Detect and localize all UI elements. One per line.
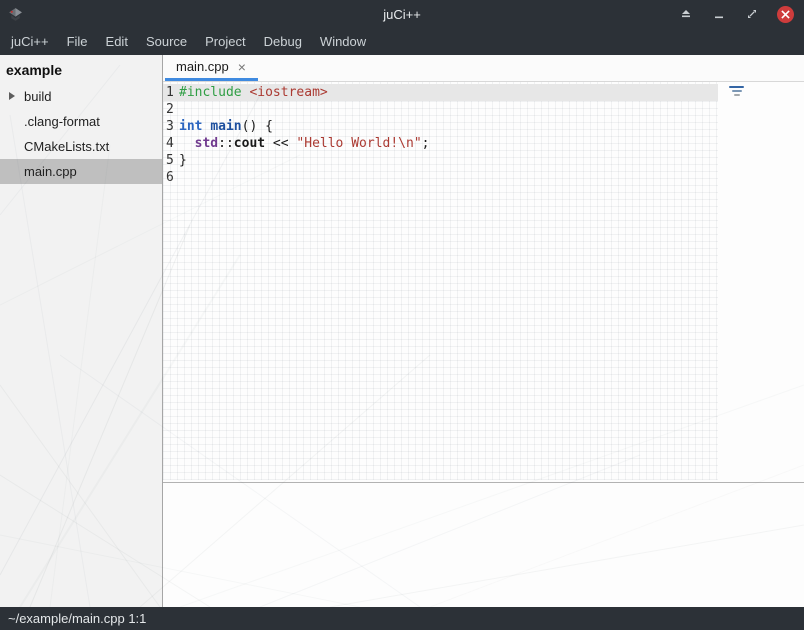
- editor-column: main.cpp× 1#include <iostream>23int main…: [163, 55, 804, 607]
- tab-main-cpp[interactable]: main.cpp ×: [165, 55, 258, 81]
- titlebar: juCi++: [0, 0, 804, 28]
- tree-root-example[interactable]: example: [0, 57, 162, 84]
- code-text: }: [176, 152, 187, 169]
- overview-mark: [729, 86, 744, 88]
- line-number: 5: [163, 152, 176, 169]
- menu-item-juci[interactable]: juCi++: [2, 29, 58, 54]
- line-number: 6: [163, 169, 176, 186]
- tree-item-cmakelists-txt[interactable]: CMakeLists.txt: [0, 134, 162, 159]
- maximize-icon[interactable]: [744, 6, 760, 22]
- tree-item-main-cpp[interactable]: main.cpp: [0, 159, 162, 184]
- shade-icon[interactable]: [678, 6, 694, 22]
- window-controls: [678, 6, 804, 23]
- app-icon: [7, 6, 24, 23]
- code-line-4[interactable]: 4 std::cout << "Hello World!\n";: [163, 135, 718, 152]
- tree-item-clang-format[interactable]: .clang-format: [0, 109, 162, 134]
- menu-item-debug[interactable]: Debug: [255, 29, 311, 54]
- code-line-5[interactable]: 5}: [163, 152, 718, 169]
- scroll-overview: [729, 86, 744, 98]
- overview-mark: [734, 94, 740, 96]
- code-line-6[interactable]: 6: [163, 169, 718, 186]
- code-token: }: [179, 153, 187, 168]
- content-area: example build .clang-format CMakeLists.txt…: [0, 55, 804, 607]
- tree-item-label: CMakeLists.txt: [24, 139, 109, 154]
- line-number: 2: [163, 101, 176, 118]
- close-icon[interactable]: [777, 6, 794, 23]
- tree-item-label: main.cpp: [24, 164, 77, 179]
- expander-icon[interactable]: [9, 92, 15, 100]
- file-tree: example build .clang-format CMakeLists.txt…: [0, 55, 163, 607]
- tree-item-label: .clang-format: [24, 114, 100, 129]
- line-number: 1: [163, 84, 176, 101]
- menu-bar: juCi++FileEditSourceProjectDebugWindow: [0, 28, 804, 55]
- terminal-panel[interactable]: [163, 483, 804, 607]
- tab-bar: main.cpp ×: [163, 55, 804, 82]
- status-file-position: ~/example/main.cpp 1:1: [8, 611, 146, 626]
- code-token: cout: [234, 136, 265, 151]
- line-number: 3: [163, 118, 176, 135]
- code-text: #include <iostream>: [176, 84, 328, 101]
- menu-item-project[interactable]: Project: [196, 29, 254, 54]
- code-token: ;: [422, 136, 430, 151]
- line-number: 4: [163, 135, 176, 152]
- tree-item-build[interactable]: build: [0, 84, 162, 109]
- code-token: <<: [265, 136, 296, 151]
- code-token: main: [210, 119, 241, 134]
- code-token: #include: [179, 85, 242, 100]
- code-token: () {: [242, 119, 273, 134]
- code-text: int main() {: [176, 118, 273, 135]
- status-bar: ~/example/main.cpp 1:1: [0, 607, 804, 630]
- code-line-3[interactable]: 3int main() {: [163, 118, 718, 135]
- menu-item-edit[interactable]: Edit: [97, 29, 137, 54]
- tab-close-icon[interactable]: ×: [238, 60, 246, 74]
- app-window: juCi++ juCi++FileEditSourceProjectDebugW…: [0, 0, 804, 630]
- code-token: [179, 136, 195, 151]
- code-text: [176, 101, 179, 118]
- menu-item-file[interactable]: File: [58, 29, 97, 54]
- tree-item-label: build: [24, 89, 51, 104]
- editor-lines: 1#include <iostream>23int main() {4 std:…: [163, 84, 804, 186]
- overview-mark: [732, 90, 742, 92]
- code-text: std::cout << "Hello World!\n";: [176, 135, 429, 152]
- code-editor[interactable]: 1#include <iostream>23int main() {4 std:…: [163, 82, 804, 483]
- code-token: std: [195, 136, 218, 151]
- code-token: "Hello World!\n": [296, 136, 421, 151]
- menu-item-window[interactable]: Window: [311, 29, 375, 54]
- code-token: ::: [218, 136, 234, 151]
- file-tree-items: build .clang-format CMakeLists.txt main.cpp: [0, 84, 162, 184]
- menu-item-source[interactable]: Source: [137, 29, 196, 54]
- code-line-1[interactable]: 1#include <iostream>: [163, 84, 718, 101]
- code-token: <iostream>: [249, 85, 327, 100]
- code-text: [176, 169, 179, 186]
- code-line-2[interactable]: 2: [163, 101, 718, 118]
- tab-label: main.cpp: [176, 59, 229, 74]
- code-token: int: [179, 119, 202, 134]
- minimize-icon[interactable]: [711, 6, 727, 22]
